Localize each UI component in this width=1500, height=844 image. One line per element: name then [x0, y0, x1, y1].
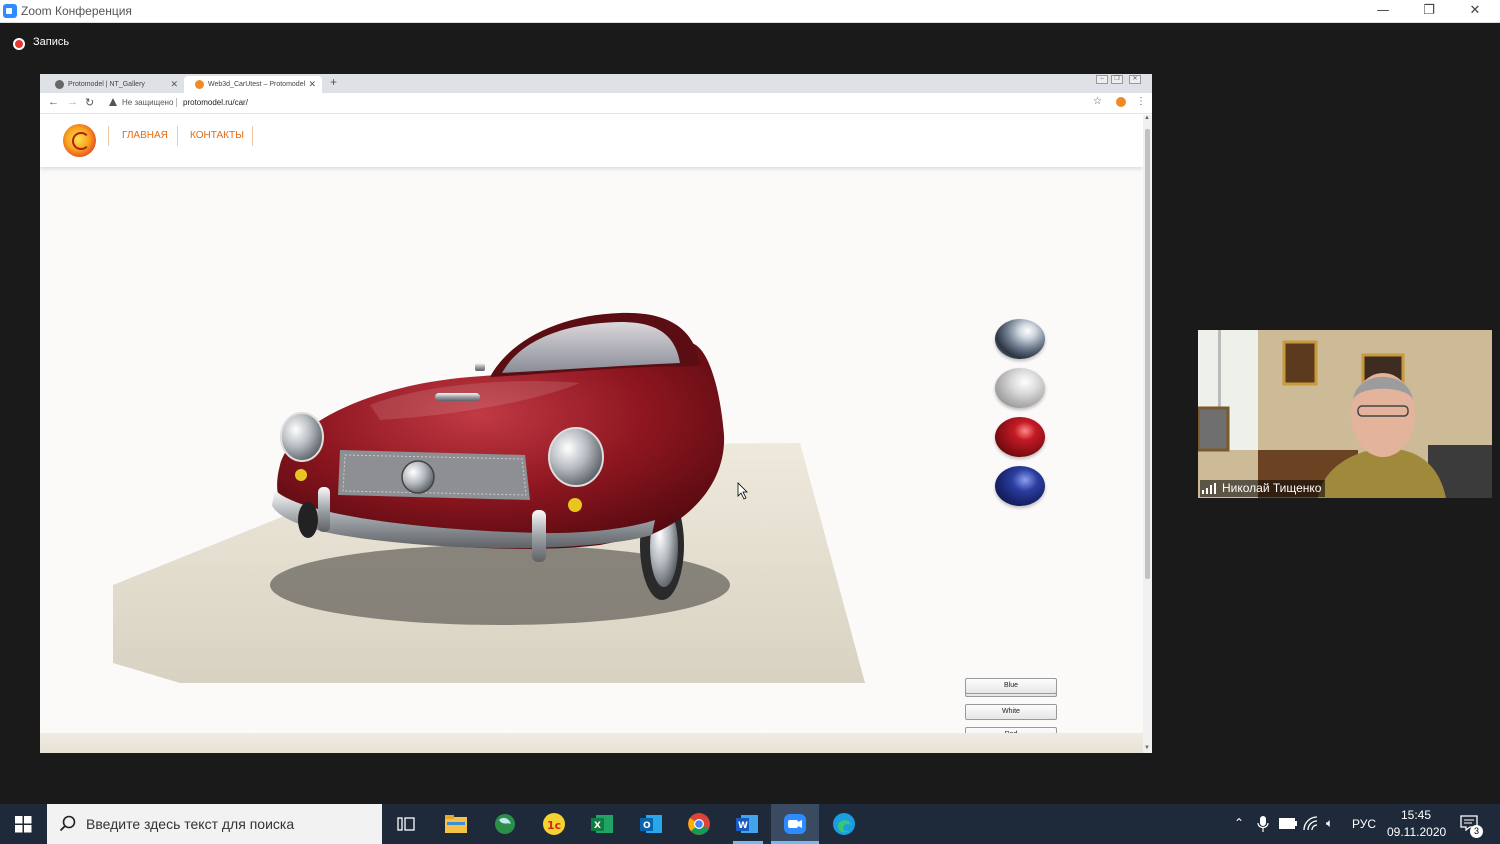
- tab-close-icon[interactable]: ✕: [170, 76, 178, 93]
- scroll-thumb[interactable]: [1145, 129, 1150, 579]
- svg-text:X: X: [594, 821, 601, 831]
- right-headlight: [548, 427, 604, 487]
- left-headlight: [280, 412, 324, 462]
- white-button[interactable]: White: [965, 704, 1057, 720]
- browser-tab-car[interactable]: Web3d_CarUtest – Protomodel ✕: [184, 76, 322, 93]
- new-tab-icon[interactable]: +: [330, 75, 337, 89]
- excel-icon[interactable]: X: [588, 810, 616, 838]
- painting-1: [1282, 340, 1318, 386]
- hood-vent: [435, 393, 480, 401]
- battery-icon[interactable]: [1279, 818, 1297, 829]
- language-indicator[interactable]: РУС: [1352, 817, 1376, 831]
- wifi-icon[interactable]: [1303, 816, 1319, 832]
- forward-arrow-icon[interactable]: →: [67, 96, 78, 108]
- maximize-button[interactable]: ❐: [1406, 0, 1452, 23]
- browser-tab-gallery[interactable]: Protomodel | NT_Gallery ✕: [44, 76, 184, 93]
- zoom-title-bar: Zoom Конференция — ❐ ✕: [0, 0, 1500, 23]
- mercedes-star-emblem: [401, 460, 435, 494]
- svg-text:1с: 1с: [547, 819, 561, 832]
- chrome-icon[interactable]: [685, 810, 713, 838]
- 1c-icon[interactable]: 1с: [540, 810, 568, 838]
- windows-start-icon[interactable]: [0, 804, 47, 844]
- clock-time[interactable]: 15:45: [1401, 808, 1431, 822]
- close-button[interactable]: ✕: [1452, 0, 1498, 23]
- outlook-icon[interactable]: O: [637, 810, 665, 838]
- browser-minimize-icon[interactable]: –: [1096, 75, 1108, 84]
- back-arrow-icon[interactable]: ←: [48, 96, 59, 108]
- side-mirror: [475, 363, 485, 371]
- red-material-sphere[interactable]: [995, 417, 1045, 457]
- participant-name-label: Николай Тищенко: [1200, 480, 1326, 497]
- page-scrollbar[interactable]: ▲ ▼: [1143, 115, 1152, 753]
- recording-label: Запись: [33, 36, 70, 48]
- page-footer-strip: [40, 733, 1143, 753]
- tab-title: Protomodel | NT_Gallery: [68, 81, 145, 88]
- web-page: ГЛАВНАЯ КОНТАКТЫ White: [40, 115, 1143, 753]
- tab-title: Web3d_CarUtest – Protomodel: [208, 81, 306, 88]
- shared-screen-browser: Protomodel | NT_Gallery ✕ Web3d_CarUtest…: [40, 74, 1152, 753]
- bookmark-star-icon[interactable]: ☆: [1093, 96, 1102, 107]
- video-frame: [1198, 330, 1492, 498]
- painting-3: [1198, 406, 1230, 452]
- svg-text:O: O: [643, 821, 651, 831]
- browser-close-icon[interactable]: ✕: [1129, 75, 1141, 84]
- left-fog-light: [295, 469, 307, 481]
- scroll-up-icon[interactable]: ▲: [1144, 115, 1150, 121]
- bumper-guard-right: [532, 510, 546, 562]
- globe-icon: [55, 80, 64, 89]
- window-title: Zoom Конференция: [21, 4, 132, 18]
- maps-icon[interactable]: [491, 810, 519, 838]
- extension-icon[interactable]: [1116, 97, 1126, 107]
- show-hidden-icons-chevron-icon[interactable]: ⌃: [1234, 816, 1244, 830]
- protomodel-favicon: [195, 80, 204, 89]
- 3d-viewer-canvas[interactable]: [40, 115, 1143, 753]
- browser-toolbar: ← → ↻ Не защищено protomodel.ru/car/ ☆ ⋮: [40, 93, 1152, 114]
- participant-video[interactable]: [1198, 330, 1492, 498]
- address-separator: [176, 98, 177, 107]
- zoom-icon[interactable]: [781, 810, 809, 838]
- microphone-icon[interactable]: [1257, 815, 1269, 833]
- warning-icon[interactable]: [109, 98, 117, 106]
- signal-strength-icon: [1202, 483, 1216, 494]
- security-label[interactable]: Не защищено: [122, 98, 173, 107]
- search-placeholder: Введите здесь текст для поиска: [86, 816, 295, 832]
- clock-date[interactable]: 09.11.2020: [1387, 825, 1446, 839]
- reload-icon[interactable]: ↻: [85, 96, 94, 109]
- notification-count-badge: 3: [1470, 825, 1483, 838]
- minimize-button[interactable]: —: [1360, 0, 1406, 23]
- task-view-icon[interactable]: [392, 810, 420, 838]
- windows-taskbar: Введите здесь текст для поиска 1с X O W: [0, 804, 1500, 844]
- blue-material-sphere[interactable]: [995, 466, 1045, 506]
- volume-icon[interactable]: 🔈︎: [1326, 816, 1333, 831]
- search-icon: [59, 815, 76, 832]
- svg-text:W: W: [738, 821, 748, 831]
- word-icon[interactable]: W: [733, 810, 761, 838]
- scroll-down-icon[interactable]: ▼: [1144, 745, 1150, 751]
- tab-close-icon[interactable]: ✕: [308, 76, 316, 93]
- browser-menu-icon[interactable]: ⋮: [1136, 96, 1146, 107]
- front-wheel: [298, 502, 318, 538]
- recording-icon: [13, 38, 25, 50]
- edge-icon[interactable]: [830, 810, 858, 838]
- zoom-app-icon: [3, 4, 17, 18]
- taskbar-search-box[interactable]: Введите здесь текст для поиска: [47, 804, 382, 844]
- white-material-sphere[interactable]: [995, 368, 1045, 408]
- browser-restore-icon[interactable]: ❐: [1111, 75, 1123, 84]
- browser-tab-bar: Protomodel | NT_Gallery ✕ Web3d_CarUtest…: [40, 74, 1152, 93]
- address-bar[interactable]: protomodel.ru/car/: [183, 98, 248, 107]
- blue-button[interactable]: Blue: [965, 678, 1057, 694]
- bumper-guard-left: [318, 487, 330, 532]
- chrome-material-sphere[interactable]: [995, 319, 1045, 359]
- file-explorer-icon[interactable]: [442, 810, 470, 838]
- right-fog-light: [568, 498, 582, 512]
